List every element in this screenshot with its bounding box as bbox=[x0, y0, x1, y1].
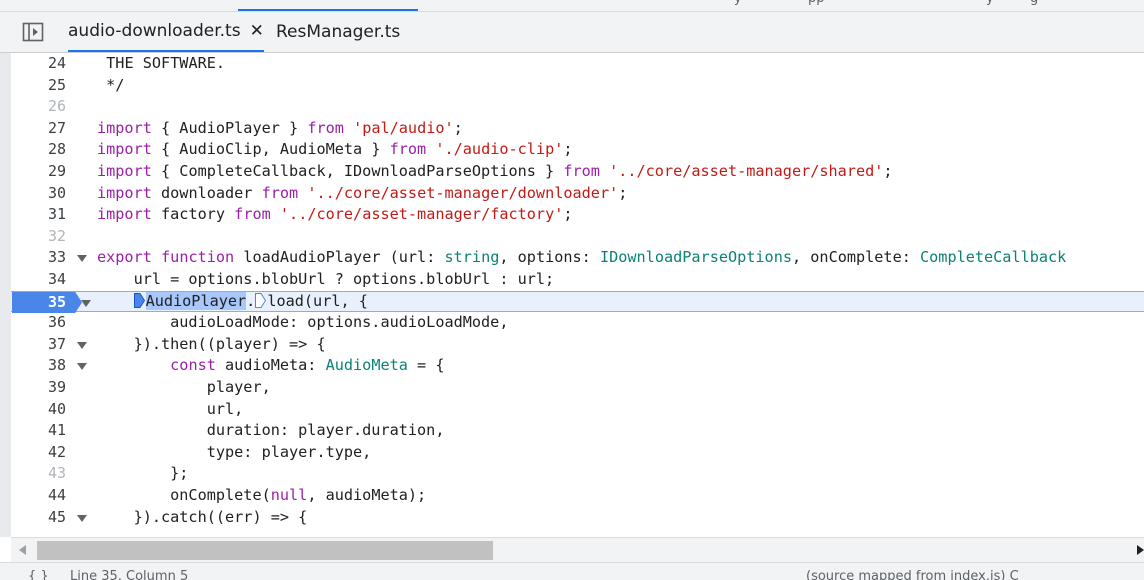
code-text: player, bbox=[97, 378, 271, 396]
code-text: }; bbox=[97, 464, 189, 483]
current-line: 35 AudioPlayer. load(url, { bbox=[11, 290, 1144, 314]
code-line: 26 bbox=[11, 96, 1144, 118]
code-line: 42 type: player.type, bbox=[11, 442, 1144, 464]
scroll-left-icon[interactable] bbox=[19, 545, 26, 555]
clipped-text-fragment: y bbox=[986, 0, 994, 6]
code-text: url = options.blobUrl ? options.blobUrl … bbox=[97, 270, 555, 288]
line-number: 35 bbox=[47, 292, 66, 311]
code-text: type: player.type, bbox=[97, 442, 372, 461]
inline-breakpoint-icon[interactable] bbox=[255, 292, 267, 308]
code-line: 28 import { AudioClip, AudioMeta } from … bbox=[11, 139, 1144, 161]
fold-arrow-icon[interactable] bbox=[77, 341, 87, 349]
code-text: import downloader from '../core/asset-ma… bbox=[97, 183, 628, 202]
cursor-position: Line 35, Column 5 bbox=[70, 569, 189, 580]
inline-breakpoint-icon[interactable] bbox=[133, 292, 145, 308]
line-number: 42 bbox=[47, 442, 66, 461]
code-text: onComplete(null, audioMeta); bbox=[97, 486, 427, 504]
code-line: 25 */ bbox=[11, 75, 1144, 97]
devtools-top-strip: y pp y g bbox=[0, 0, 1144, 12]
code-line: 41 duration: player.duration, bbox=[11, 420, 1144, 442]
selected-token: AudioPlayer bbox=[145, 291, 247, 310]
line-number: 31 bbox=[47, 205, 66, 224]
code-line: 39 player, bbox=[11, 377, 1144, 399]
fold-arrow-icon[interactable] bbox=[77, 514, 87, 522]
code-line: 45 }).catch((err) => { bbox=[11, 507, 1144, 529]
line-number: 36 bbox=[47, 313, 66, 332]
line-number: 24 bbox=[47, 54, 66, 72]
tab-resmanager[interactable]: ResManager.ts bbox=[276, 12, 400, 52]
code-line: 43 }; bbox=[11, 463, 1144, 485]
code-text: const audioMeta: AudioMeta = { bbox=[170, 356, 445, 375]
fold-arrow-icon[interactable] bbox=[81, 299, 91, 307]
code-text: audioLoadMode: options.audioLoadMode, bbox=[97, 313, 509, 332]
code-line: 30 import downloader from '../core/asset… bbox=[11, 183, 1144, 205]
line-number: 29 bbox=[47, 162, 66, 180]
left-rail bbox=[0, 53, 11, 537]
line-number: 28 bbox=[47, 140, 66, 159]
code-line: 24 THE SOFTWARE. bbox=[11, 53, 1144, 75]
clipped-text-fragment: y bbox=[734, 0, 742, 6]
tab-audio-downloader[interactable]: audio-downloader.ts ✕ bbox=[68, 12, 264, 52]
code-line: 31 import factory from '../core/asset-ma… bbox=[11, 204, 1144, 226]
code-text: duration: player.duration, bbox=[97, 421, 445, 440]
code-text: import factory from '../core/asset-manag… bbox=[97, 205, 573, 224]
line-number: 41 bbox=[47, 421, 66, 440]
code-line: 38 const audioMeta: AudioMeta = { bbox=[11, 355, 1144, 377]
clipped-text-fragment: pp bbox=[808, 0, 825, 6]
code-line: 32 bbox=[11, 226, 1144, 248]
code-text: }).then((player) => { bbox=[97, 334, 326, 353]
clipped-text-fragment: g bbox=[1030, 0, 1038, 6]
code-line: 29 import { CompleteCallback, IDownloadP… bbox=[11, 161, 1144, 183]
code-text: import { CompleteCallback, IDownloadPars… bbox=[97, 162, 893, 180]
tab-label: ResManager.ts bbox=[276, 22, 401, 42]
line-number: 26 bbox=[47, 97, 66, 116]
code-editor[interactable]: 24 THE SOFTWARE. 25 */ 26 27 import { Au… bbox=[11, 53, 1144, 537]
code-text: import { AudioPlayer } from 'pal/audio'; bbox=[97, 118, 463, 137]
code-line: 27 import { AudioPlayer } from 'pal/audi… bbox=[11, 118, 1144, 140]
code-text: import { AudioClip, AudioMeta } from './… bbox=[97, 140, 573, 159]
code-text: export function loadAudioPlayer (url: st… bbox=[97, 248, 1067, 267]
code-text: url, bbox=[97, 399, 244, 418]
scroll-right-icon[interactable] bbox=[1137, 545, 1144, 555]
code-text: AudioPlayer. load(url, { bbox=[97, 291, 368, 313]
code-line: 40 url, bbox=[11, 399, 1144, 421]
line-number: 39 bbox=[47, 378, 66, 396]
horizontal-scrollbar[interactable] bbox=[11, 537, 1144, 562]
active-panel-indicator bbox=[238, 9, 418, 11]
line-number: 32 bbox=[47, 226, 66, 245]
code-line: 37 }).then((player) => { bbox=[11, 334, 1144, 356]
code-line: 36 audioLoadMode: options.audioLoadMode, bbox=[11, 312, 1144, 334]
fold-arrow-icon[interactable] bbox=[77, 363, 87, 371]
scrollbar-thumb[interactable] bbox=[37, 541, 493, 560]
toggle-navigator-icon[interactable] bbox=[22, 22, 44, 42]
fold-arrow-icon[interactable] bbox=[77, 255, 87, 263]
line-number: 44 bbox=[47, 486, 66, 504]
pretty-print-icon[interactable]: { } bbox=[28, 569, 49, 580]
code-line: 33 export function loadAudioPlayer (url:… bbox=[11, 247, 1144, 269]
code-line: 34 url = options.blobUrl ? options.blobU… bbox=[11, 269, 1144, 291]
line-number: 34 bbox=[47, 270, 66, 288]
tab-label: audio-downloader.ts bbox=[68, 21, 241, 41]
line-number: 30 bbox=[47, 183, 66, 202]
code-text: */ bbox=[106, 75, 125, 94]
line-number: 27 bbox=[47, 118, 66, 137]
code-text: THE SOFTWARE. bbox=[106, 54, 226, 72]
source-map-status[interactable]: (source mapped from index.js) C bbox=[806, 569, 1019, 580]
close-icon[interactable]: ✕ bbox=[250, 21, 264, 41]
line-number: 45 bbox=[47, 507, 66, 526]
code-line: 44 onComplete(null, audioMeta); bbox=[11, 485, 1144, 507]
line-number: 37 bbox=[47, 334, 66, 353]
editor-tab-bar: audio-downloader.ts ✕ ResManager.ts bbox=[0, 12, 1144, 53]
line-number: 40 bbox=[47, 399, 66, 418]
status-bar: { } Line 35, Column 5 (source mapped fro… bbox=[0, 562, 1144, 580]
code-text: }).catch((err) => { bbox=[97, 507, 308, 526]
line-number: 38 bbox=[47, 356, 66, 375]
line-number: 43 bbox=[47, 464, 66, 483]
line-number: 25 bbox=[47, 75, 66, 94]
line-number: 33 bbox=[47, 248, 66, 267]
